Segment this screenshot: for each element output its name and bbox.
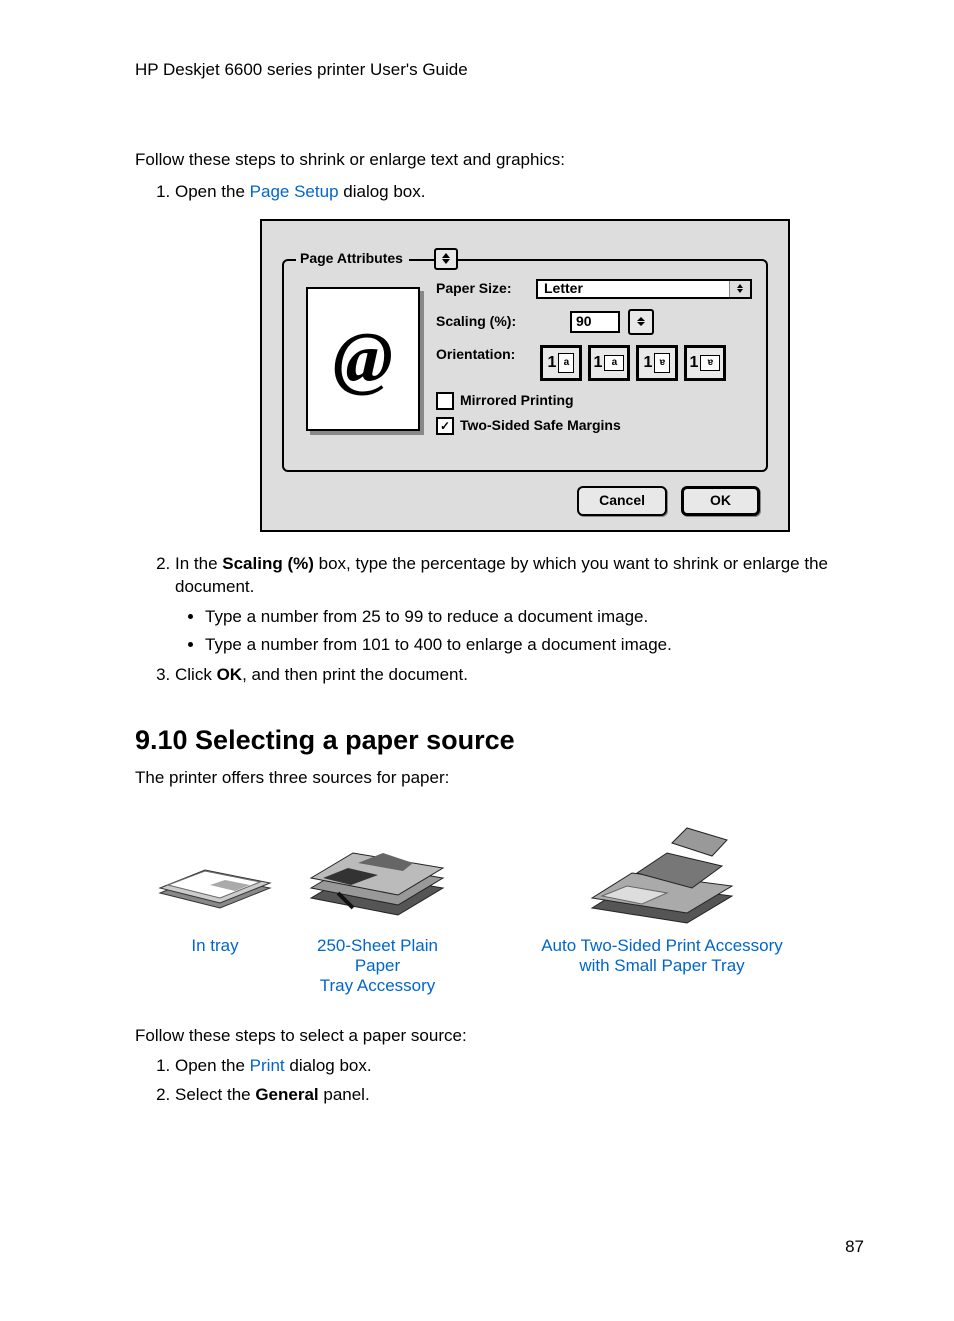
bullet-1: Type a number from 25 to 99 to reduce a … (205, 605, 864, 629)
step-3-text-b: , and then print the document. (242, 665, 468, 684)
orientation-rev-landscape-button[interactable]: 1ɐ (684, 345, 726, 381)
select-arrow-icon (729, 281, 750, 297)
orientation-landscape-button[interactable]: 1a (588, 345, 630, 381)
sec2-step-1: Open the Print dialog box. (175, 1054, 864, 1078)
at-symbol-icon: @ (333, 308, 393, 409)
step-3-bold: OK (217, 665, 243, 684)
page-setup-dialog: Page Attributes @ (260, 219, 790, 532)
caption-in-tray[interactable]: In tray (191, 936, 238, 955)
sec2-step-2: Select the General panel. (175, 1083, 864, 1107)
orientation-arrow-icon: 1 (690, 352, 699, 374)
tray-accessory-image (295, 818, 460, 928)
tab-selector-dropdown[interactable] (434, 248, 458, 270)
paper-size-select[interactable]: Letter (536, 279, 752, 299)
caption-duplex-1[interactable]: Auto Two-Sided Print Accessory (541, 936, 783, 955)
mirrored-printing-checkbox[interactable] (436, 392, 454, 410)
sec2-step2-bold: General (255, 1085, 318, 1104)
sec2-step1-a: Open the (175, 1056, 250, 1075)
section-intro: The printer offers three sources for pap… (135, 768, 864, 788)
scaling-input[interactable]: 90 (570, 311, 620, 333)
step-1-text-a: Open the (175, 182, 250, 201)
orientation-page-icon: a (604, 355, 624, 371)
stepper-down-icon (442, 259, 450, 264)
caption-duplex-2[interactable]: with Small Paper Tray (579, 956, 744, 975)
caption-tray-accessory-1[interactable]: 250-Sheet Plain Paper (317, 936, 438, 975)
two-sided-margins-checkbox[interactable]: ✓ (436, 417, 454, 435)
step-2-bold: Scaling (%) (222, 554, 314, 573)
intro-text-1: Follow these steps to shrink or enlarge … (135, 150, 864, 170)
bullet-2: Type a number from 101 to 400 to enlarge… (205, 633, 864, 657)
orientation-page-icon: a (558, 353, 574, 373)
page-attributes-frame: Page Attributes @ (282, 259, 768, 472)
step-2: In the Scaling (%) box, type the percent… (175, 552, 864, 657)
orientation-page-icon: ɐ (700, 355, 720, 371)
preview-thumbnail: @ (306, 287, 420, 431)
step-2-text-a: In the (175, 554, 222, 573)
step-1-text-b: dialog box. (339, 182, 426, 201)
tab-title: Page Attributes (296, 249, 409, 269)
paper-size-value: Letter (544, 279, 583, 299)
sec2-step1-b: dialog box. (285, 1056, 372, 1075)
paper-size-label: Paper Size: (436, 279, 528, 299)
page-number: 87 (135, 1237, 864, 1257)
section-heading: 9.10 Selecting a paper source (135, 725, 864, 756)
ok-button[interactable]: OK (681, 486, 760, 516)
orientation-arrow-icon: 1 (594, 352, 603, 374)
sec2-step2-b: panel. (319, 1085, 370, 1104)
sec2-step2-a: Select the (175, 1085, 255, 1104)
intro-text-2: Follow these steps to select a paper sou… (135, 1026, 864, 1046)
orientation-page-icon: ɐ (654, 353, 670, 373)
duplex-accessory-image (460, 818, 864, 928)
in-tray-image (135, 818, 295, 928)
caption-tray-accessory-2[interactable]: Tray Accessory (320, 976, 436, 995)
orientation-portrait-button[interactable]: 1a (540, 345, 582, 381)
link-page-setup[interactable]: Page Setup (250, 182, 339, 201)
orientation-arrow-icon: 1 (644, 352, 653, 374)
step-3: Click OK, and then print the document. (175, 663, 864, 687)
orientation-rev-portrait-button[interactable]: 1ɐ (636, 345, 678, 381)
orientation-label: Orientation: (436, 345, 528, 365)
doc-header: HP Deskjet 6600 series printer User's Gu… (135, 60, 864, 80)
paper-source-figure: In tray 250-Sheet Plain PaperTray Access… (135, 818, 864, 996)
page-setup-figure: Page Attributes @ (260, 219, 864, 532)
scaling-label: Scaling (%): (436, 312, 528, 332)
mirrored-printing-label: Mirrored Printing (460, 391, 574, 411)
two-sided-margins-label: Two-Sided Safe Margins (460, 416, 621, 436)
cancel-button[interactable]: Cancel (577, 486, 667, 516)
step-3-text-a: Click (175, 665, 217, 684)
orientation-arrow-icon: 1 (548, 352, 557, 374)
stepper-up-icon (442, 253, 450, 258)
stepper-down-icon (637, 322, 645, 326)
step-1: Open the Page Setup dialog box. Page Att… (175, 180, 864, 532)
scaling-stepper[interactable] (628, 309, 654, 335)
stepper-up-icon (637, 317, 645, 321)
link-print[interactable]: Print (250, 1056, 285, 1075)
